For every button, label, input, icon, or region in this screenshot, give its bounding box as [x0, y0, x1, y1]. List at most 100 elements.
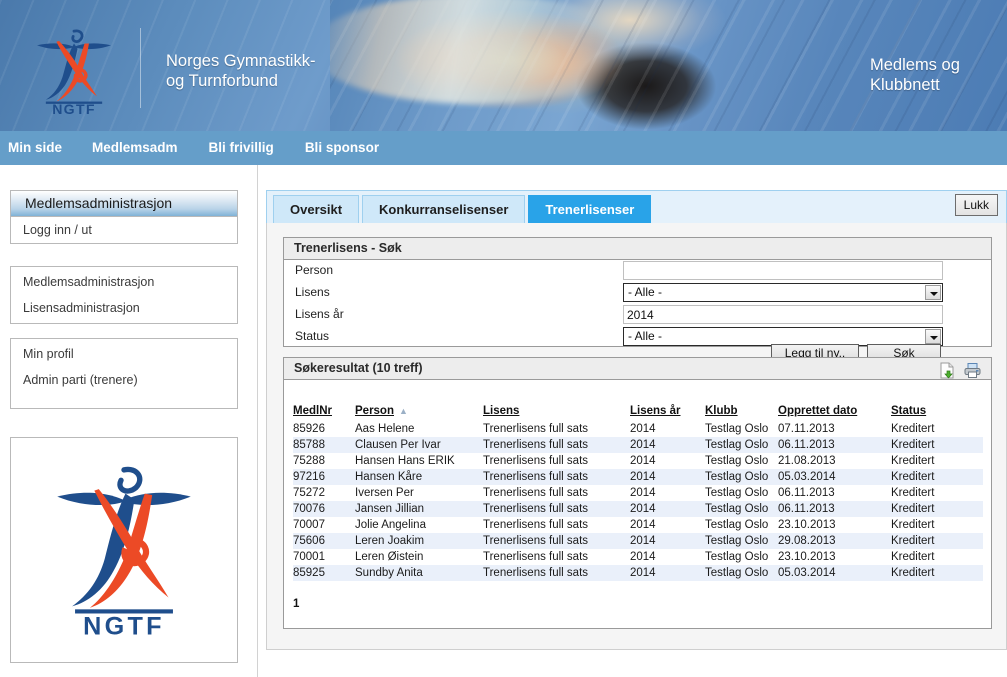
- sidebar: Medlemsadministrasjon Logg inn / ut Medl…: [0, 165, 250, 677]
- table-row[interactable]: 85925 Sundby Anita Trenerlisens full sat…: [293, 565, 983, 581]
- cell-dato: 21.08.2013: [778, 455, 836, 467]
- cell-lisens: Trenerlisens full sats: [483, 503, 589, 515]
- table-row[interactable]: 70007 Jolie Angelina Trenerlisens full s…: [293, 517, 983, 533]
- field-lisens-ar: [623, 305, 943, 324]
- cell-person: Hansen Kåre: [355, 471, 423, 483]
- cell-status: Kreditert: [891, 567, 935, 579]
- cell-person: Aas Helene: [355, 423, 415, 435]
- cell-dato: 05.03.2014: [778, 567, 836, 579]
- main-navigation: Min side Medlemsadm Bli frivillig Bli sp…: [0, 131, 1007, 165]
- sidebar-box-logo: NGTF: [10, 437, 238, 663]
- tab-trenerlisenser[interactable]: Trenerlisenser: [528, 195, 652, 224]
- status-select-value: - Alle -: [628, 329, 663, 343]
- cell-klubb: Testlag Oslo: [705, 439, 769, 451]
- cell-dato: 06.11.2013: [778, 439, 835, 451]
- results-table: MedlNr Person ▲ Lisens Lisens år Klubb Op…: [293, 404, 983, 581]
- cell-klubb: Testlag Oslo: [705, 423, 769, 435]
- cell-lisens-ar: 2014: [630, 471, 656, 483]
- nav-item-bli-sponsor[interactable]: Bli sponsor: [305, 131, 379, 165]
- header-banner: NGTF Norges Gymnastikk- og Turnforbund M…: [0, 0, 1007, 131]
- table-row[interactable]: 75272 Iversen Per Trenerlisens full sats…: [293, 485, 983, 501]
- cell-dato: 29.08.2013: [778, 535, 836, 547]
- person-input[interactable]: [623, 261, 943, 280]
- cell-klubb: Testlag Oslo: [705, 519, 769, 531]
- table-row[interactable]: 70001 Leren Øistein Trenerlisens full sa…: [293, 549, 983, 565]
- cell-person: Clausen Per Ivar: [355, 439, 441, 451]
- portal-title: Medlems og Klubbnett: [870, 56, 960, 94]
- nav-item-bli-frivillig[interactable]: Bli frivillig: [209, 131, 274, 165]
- cell-lisens-ar: 2014: [630, 455, 656, 467]
- table-row[interactable]: 97216 Hansen Kåre Trenerlisens full sats…: [293, 469, 983, 485]
- cell-person: Leren Joakim: [355, 535, 425, 547]
- cell-medlnr: 75272: [293, 487, 325, 499]
- chevron-down-icon: [925, 329, 941, 344]
- tab-panel: Trenerlisens - Søk Person Lisens - Alle …: [266, 223, 1007, 650]
- sidebar-item-lisensadministrasjon[interactable]: Lisensadministrasjon: [11, 295, 237, 323]
- sidebar-box-profile: Min profil Admin parti (trenere): [10, 338, 238, 409]
- close-button[interactable]: Lukk: [954, 194, 998, 216]
- form-row-person: Person: [284, 261, 993, 282]
- results-card: Søkeresultat (10 treff) MedlNr Person ▲ …: [283, 357, 992, 629]
- cell-person: Leren Øistein: [355, 551, 424, 563]
- results-card-title: Søkeresultat (10 treff): [284, 358, 991, 380]
- table-row[interactable]: 75288 Hansen Hans ERIK Trenerlisens full…: [293, 453, 983, 469]
- table-row[interactable]: 75606 Leren Joakim Trenerlisens full sat…: [293, 533, 983, 549]
- column-header-opprettet-dato[interactable]: Opprettet dato: [778, 404, 891, 421]
- column-header-medlnr[interactable]: MedlNr: [293, 404, 355, 421]
- label-person: Person: [295, 263, 334, 277]
- nav-item-medlemsadm[interactable]: Medlemsadm: [92, 131, 178, 165]
- cell-klubb: Testlag Oslo: [705, 487, 769, 499]
- tab-strip: Oversikt Konkurranselisenser Trenerlisen…: [266, 190, 1007, 224]
- header-divider: [140, 28, 141, 108]
- cell-lisens: Trenerlisens full sats: [483, 535, 589, 547]
- cell-lisens: Trenerlisens full sats: [483, 519, 589, 531]
- lisens-select[interactable]: - Alle -: [623, 283, 943, 302]
- cell-klubb: Testlag Oslo: [705, 535, 769, 547]
- column-header-lisens-ar[interactable]: Lisens år: [630, 404, 705, 421]
- cell-klubb: Testlag Oslo: [705, 503, 769, 515]
- cell-lisens-ar: 2014: [630, 503, 656, 515]
- tab-list: Oversikt Konkurranselisenser Trenerlisen…: [273, 195, 654, 224]
- column-header-status[interactable]: Status: [891, 404, 983, 421]
- search-form: Person Lisens - Alle - Lisens år 2014 St…: [284, 260, 993, 348]
- cell-medlnr: 75288: [293, 455, 325, 467]
- cell-medlnr: 75606: [293, 535, 325, 547]
- table-row[interactable]: 85788 Clausen Per Ivar Trenerlisens full…: [293, 437, 983, 453]
- cell-lisens: Trenerlisens full sats: [483, 567, 589, 579]
- sidebar-item-logg-inn-ut[interactable]: Logg inn / ut: [11, 217, 237, 243]
- sidebar-item-admin-parti[interactable]: Admin parti (trenere): [11, 367, 237, 408]
- nav-item-min-side[interactable]: Min side: [8, 131, 62, 165]
- table-row[interactable]: 70076 Jansen Jillian Trenerlisens full s…: [293, 501, 983, 517]
- tab-konkurranselisenser[interactable]: Konkurranselisenser: [362, 195, 526, 224]
- cell-status: Kreditert: [891, 503, 935, 515]
- field-person: [623, 261, 943, 280]
- sidebar-box-medlemsadministrasjon: Medlemsadministrasjon Logg inn / ut: [10, 190, 238, 244]
- column-header-lisens[interactable]: Lisens: [483, 404, 630, 421]
- ngtf-logo-header: NGTF: [30, 22, 118, 117]
- export-document-icon[interactable]: [940, 362, 955, 384]
- cell-dato: 23.10.2013: [778, 519, 836, 531]
- table-row[interactable]: 85926 Aas Helene Trenerlisens full sats …: [293, 421, 983, 437]
- search-card: Trenerlisens - Søk Person Lisens - Alle …: [283, 237, 993, 363]
- column-header-klubb[interactable]: Klubb: [705, 404, 778, 421]
- pagination-page-1[interactable]: 1: [293, 598, 299, 610]
- ngtf-logo-sidebar: NGTF: [49, 461, 199, 641]
- sidebar-item-min-profil[interactable]: Min profil: [11, 339, 237, 367]
- cell-status: Kreditert: [891, 551, 935, 563]
- search-card-title: Trenerlisens - Søk: [284, 238, 991, 260]
- cell-status: Kreditert: [891, 487, 935, 499]
- cell-person: Jolie Angelina: [355, 519, 426, 531]
- tab-oversikt[interactable]: Oversikt: [273, 195, 360, 224]
- content-divider: [257, 165, 258, 677]
- cell-medlnr: 85788: [293, 439, 325, 451]
- sidebar-item-medlemsadministrasjon[interactable]: Medlemsadministrasjon: [11, 267, 237, 295]
- results-toolbar: [931, 362, 981, 384]
- printer-icon[interactable]: [964, 362, 981, 384]
- cell-lisens-ar: 2014: [630, 567, 656, 579]
- cell-dato: 07.11.2013: [778, 423, 835, 435]
- lisens-ar-input[interactable]: [623, 305, 943, 324]
- cell-lisens-ar: 2014: [630, 519, 656, 531]
- column-header-person[interactable]: Person ▲: [355, 404, 483, 421]
- cell-klubb: Testlag Oslo: [705, 455, 769, 467]
- cell-lisens: Trenerlisens full sats: [483, 423, 589, 435]
